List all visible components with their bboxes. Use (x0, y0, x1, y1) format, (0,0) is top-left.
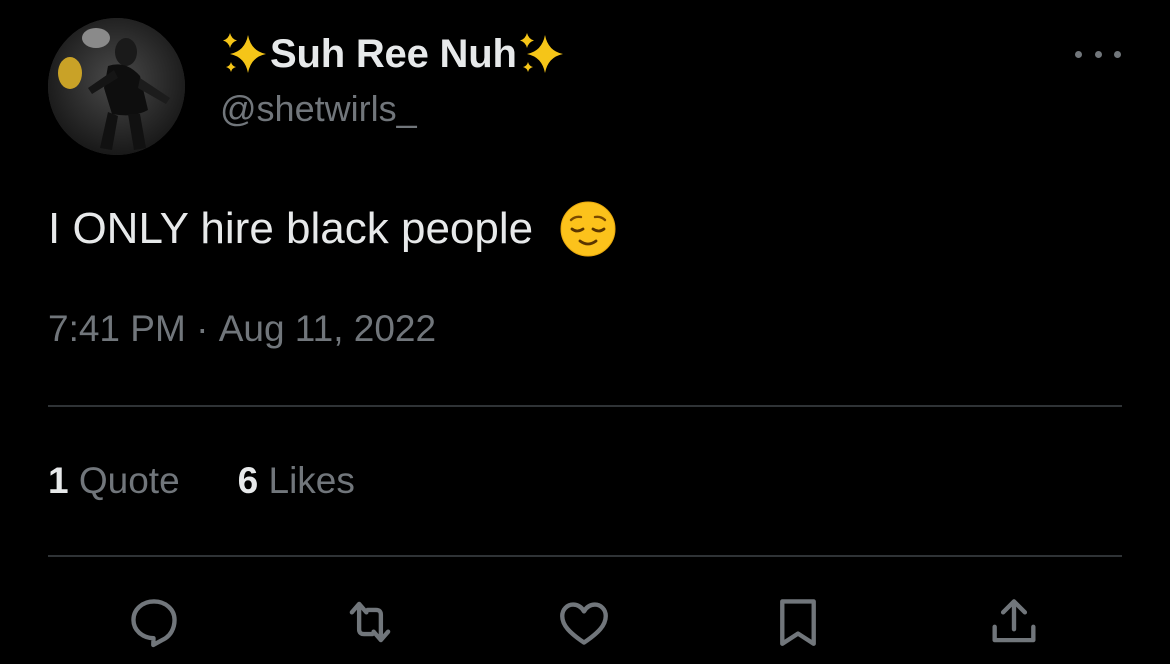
author-name-row[interactable]: Suh Ree Nuh (220, 26, 567, 82)
reply-button[interactable] (122, 590, 186, 654)
display-name[interactable]: Suh Ree Nuh (270, 32, 517, 77)
sparkles-icon (519, 33, 563, 73)
tweet-time: 7:41 PM (48, 308, 186, 349)
bookmark-button[interactable] (766, 590, 830, 654)
dot (1075, 50, 1082, 58)
avatar[interactable] (48, 18, 185, 155)
like-icon (560, 602, 608, 645)
likes-label: Likes (258, 460, 355, 501)
tweet-timestamp[interactable]: 7:41 PM · Aug 11, 2022 (48, 308, 436, 350)
likes-count: 6 (237, 460, 259, 501)
reply-icon (131, 599, 177, 648)
like-button[interactable] (552, 590, 616, 654)
relieved-face-emoji-icon (560, 201, 616, 257)
sparkles-icon (223, 33, 266, 73)
divider (48, 555, 1122, 557)
retweet-button[interactable] (338, 590, 402, 654)
tweet-text: I ONLY hire black people (48, 200, 617, 258)
dot (1094, 50, 1102, 58)
likes-stat[interactable]: 6 Likes (238, 460, 355, 502)
action-bar (0, 590, 1170, 660)
retweet-icon (349, 601, 391, 643)
timestamp-separator: · (185, 308, 219, 349)
author-handle[interactable]: @shetwirls_ (220, 88, 417, 130)
more-options-icon[interactable] (1075, 44, 1121, 64)
bookmark-icon (780, 599, 816, 646)
share-button[interactable] (982, 590, 1046, 654)
tweet-date: Aug 11, 2022 (218, 308, 437, 349)
tweet-body: I ONLY hire black people (48, 204, 546, 253)
dot (1114, 50, 1121, 58)
quotes-label: Quote (68, 460, 180, 501)
engagement-stats: 1 Quote 6 Likes (48, 460, 413, 502)
quotes-count: 1 (48, 460, 69, 501)
divider (48, 405, 1122, 407)
share-icon (992, 599, 1036, 643)
quotes-stat[interactable]: 1 Quote (48, 460, 180, 502)
profile-photo-icon (48, 18, 185, 155)
